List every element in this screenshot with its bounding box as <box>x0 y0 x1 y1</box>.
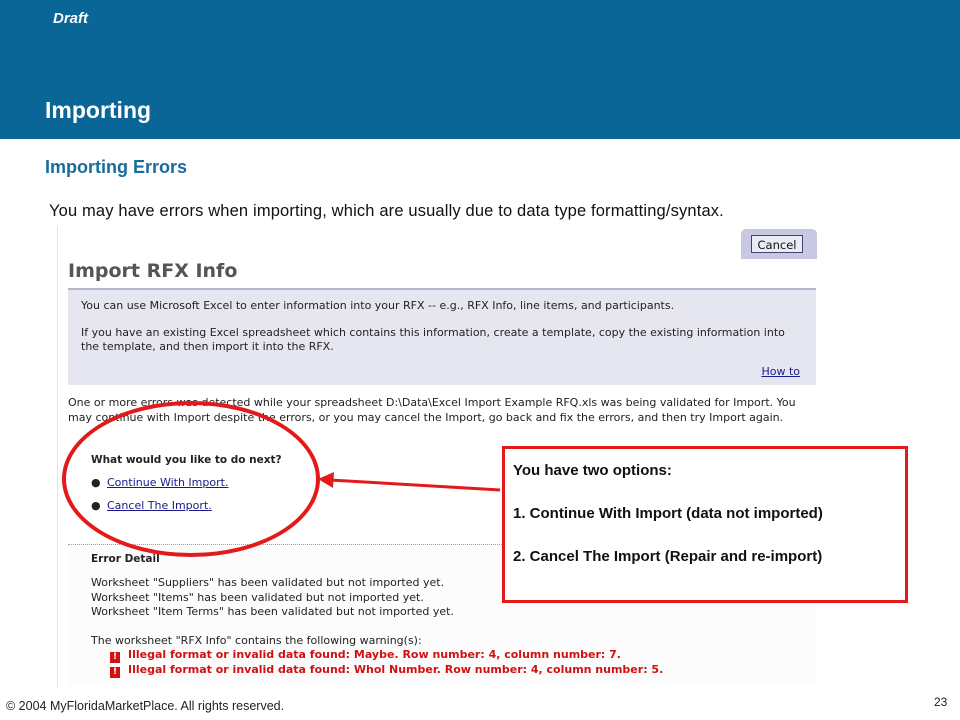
page-number: 23 <box>934 695 948 709</box>
next-action-question: What would you like to do next? <box>91 454 282 466</box>
worksheet-status-line: Worksheet "Items" has been validated but… <box>91 590 424 604</box>
worksheet-status-line: Worksheet "Suppliers" has been validated… <box>91 576 445 589</box>
info-text-excel: You can use Microsoft Excel to enter inf… <box>81 299 675 312</box>
intro-text: You may have errors when importing, whic… <box>49 202 724 220</box>
option-cancel: ● Cancel The Import. <box>91 499 212 512</box>
draft-label: Draft <box>53 10 89 27</box>
info-text-template: If you have an existing Excel spreadshee… <box>81 326 785 353</box>
info-panel: You can use Microsoft Excel to enter inf… <box>68 288 816 385</box>
option-continue: ● Continue With Import. <box>91 476 228 489</box>
callout-heading: You have two options: <box>513 462 672 479</box>
worksheet-status-list: Worksheet "Suppliers" has been validated… <box>91 576 454 620</box>
warning-text: Illegal format or invalid data found: Ma… <box>128 648 621 661</box>
copyright-notice: © 2004 MyFloridaMarketPlace. All rights … <box>6 699 285 713</box>
worksheet-status-line: Worksheet "Item Terms" has been validate… <box>91 605 454 618</box>
bullet-icon: ● <box>91 499 101 512</box>
warning-icon: ! <box>110 667 120 678</box>
callout-option-continue: 1. Continue With Import (data not import… <box>513 505 823 522</box>
callout-option-cancel: 2. Cancel The Import (Repair and re-impo… <box>513 548 823 565</box>
warning-line: ! Illegal format or invalid data found: M… <box>110 648 621 663</box>
cancel-the-import-link[interactable]: Cancel The Import. <box>107 499 212 512</box>
how-to-link[interactable]: How to <box>761 365 800 378</box>
warning-icon: ! <box>110 652 120 663</box>
slide-title: Importing <box>45 97 152 123</box>
slide-subtitle: Importing Errors <box>45 157 188 177</box>
bullet-icon: ● <box>91 476 101 489</box>
error-detail-heading: Error Detail <box>91 553 160 565</box>
warning-line: ! Illegal format or invalid data found: W… <box>110 663 663 678</box>
import-rfx-title: Import RFX Info <box>68 260 238 282</box>
warning-intro: The worksheet "RFX Info" contains the fo… <box>91 634 422 647</box>
options-callout: You have two options: 1. Continue With I… <box>502 446 908 603</box>
validation-error-message: One or more errors was detected while yo… <box>68 396 796 424</box>
cancel-button[interactable]: Cancel <box>751 235 803 253</box>
continue-with-import-link[interactable]: Continue With Import. <box>107 476 228 489</box>
warning-text: Illegal format or invalid data found: Wh… <box>128 663 664 676</box>
